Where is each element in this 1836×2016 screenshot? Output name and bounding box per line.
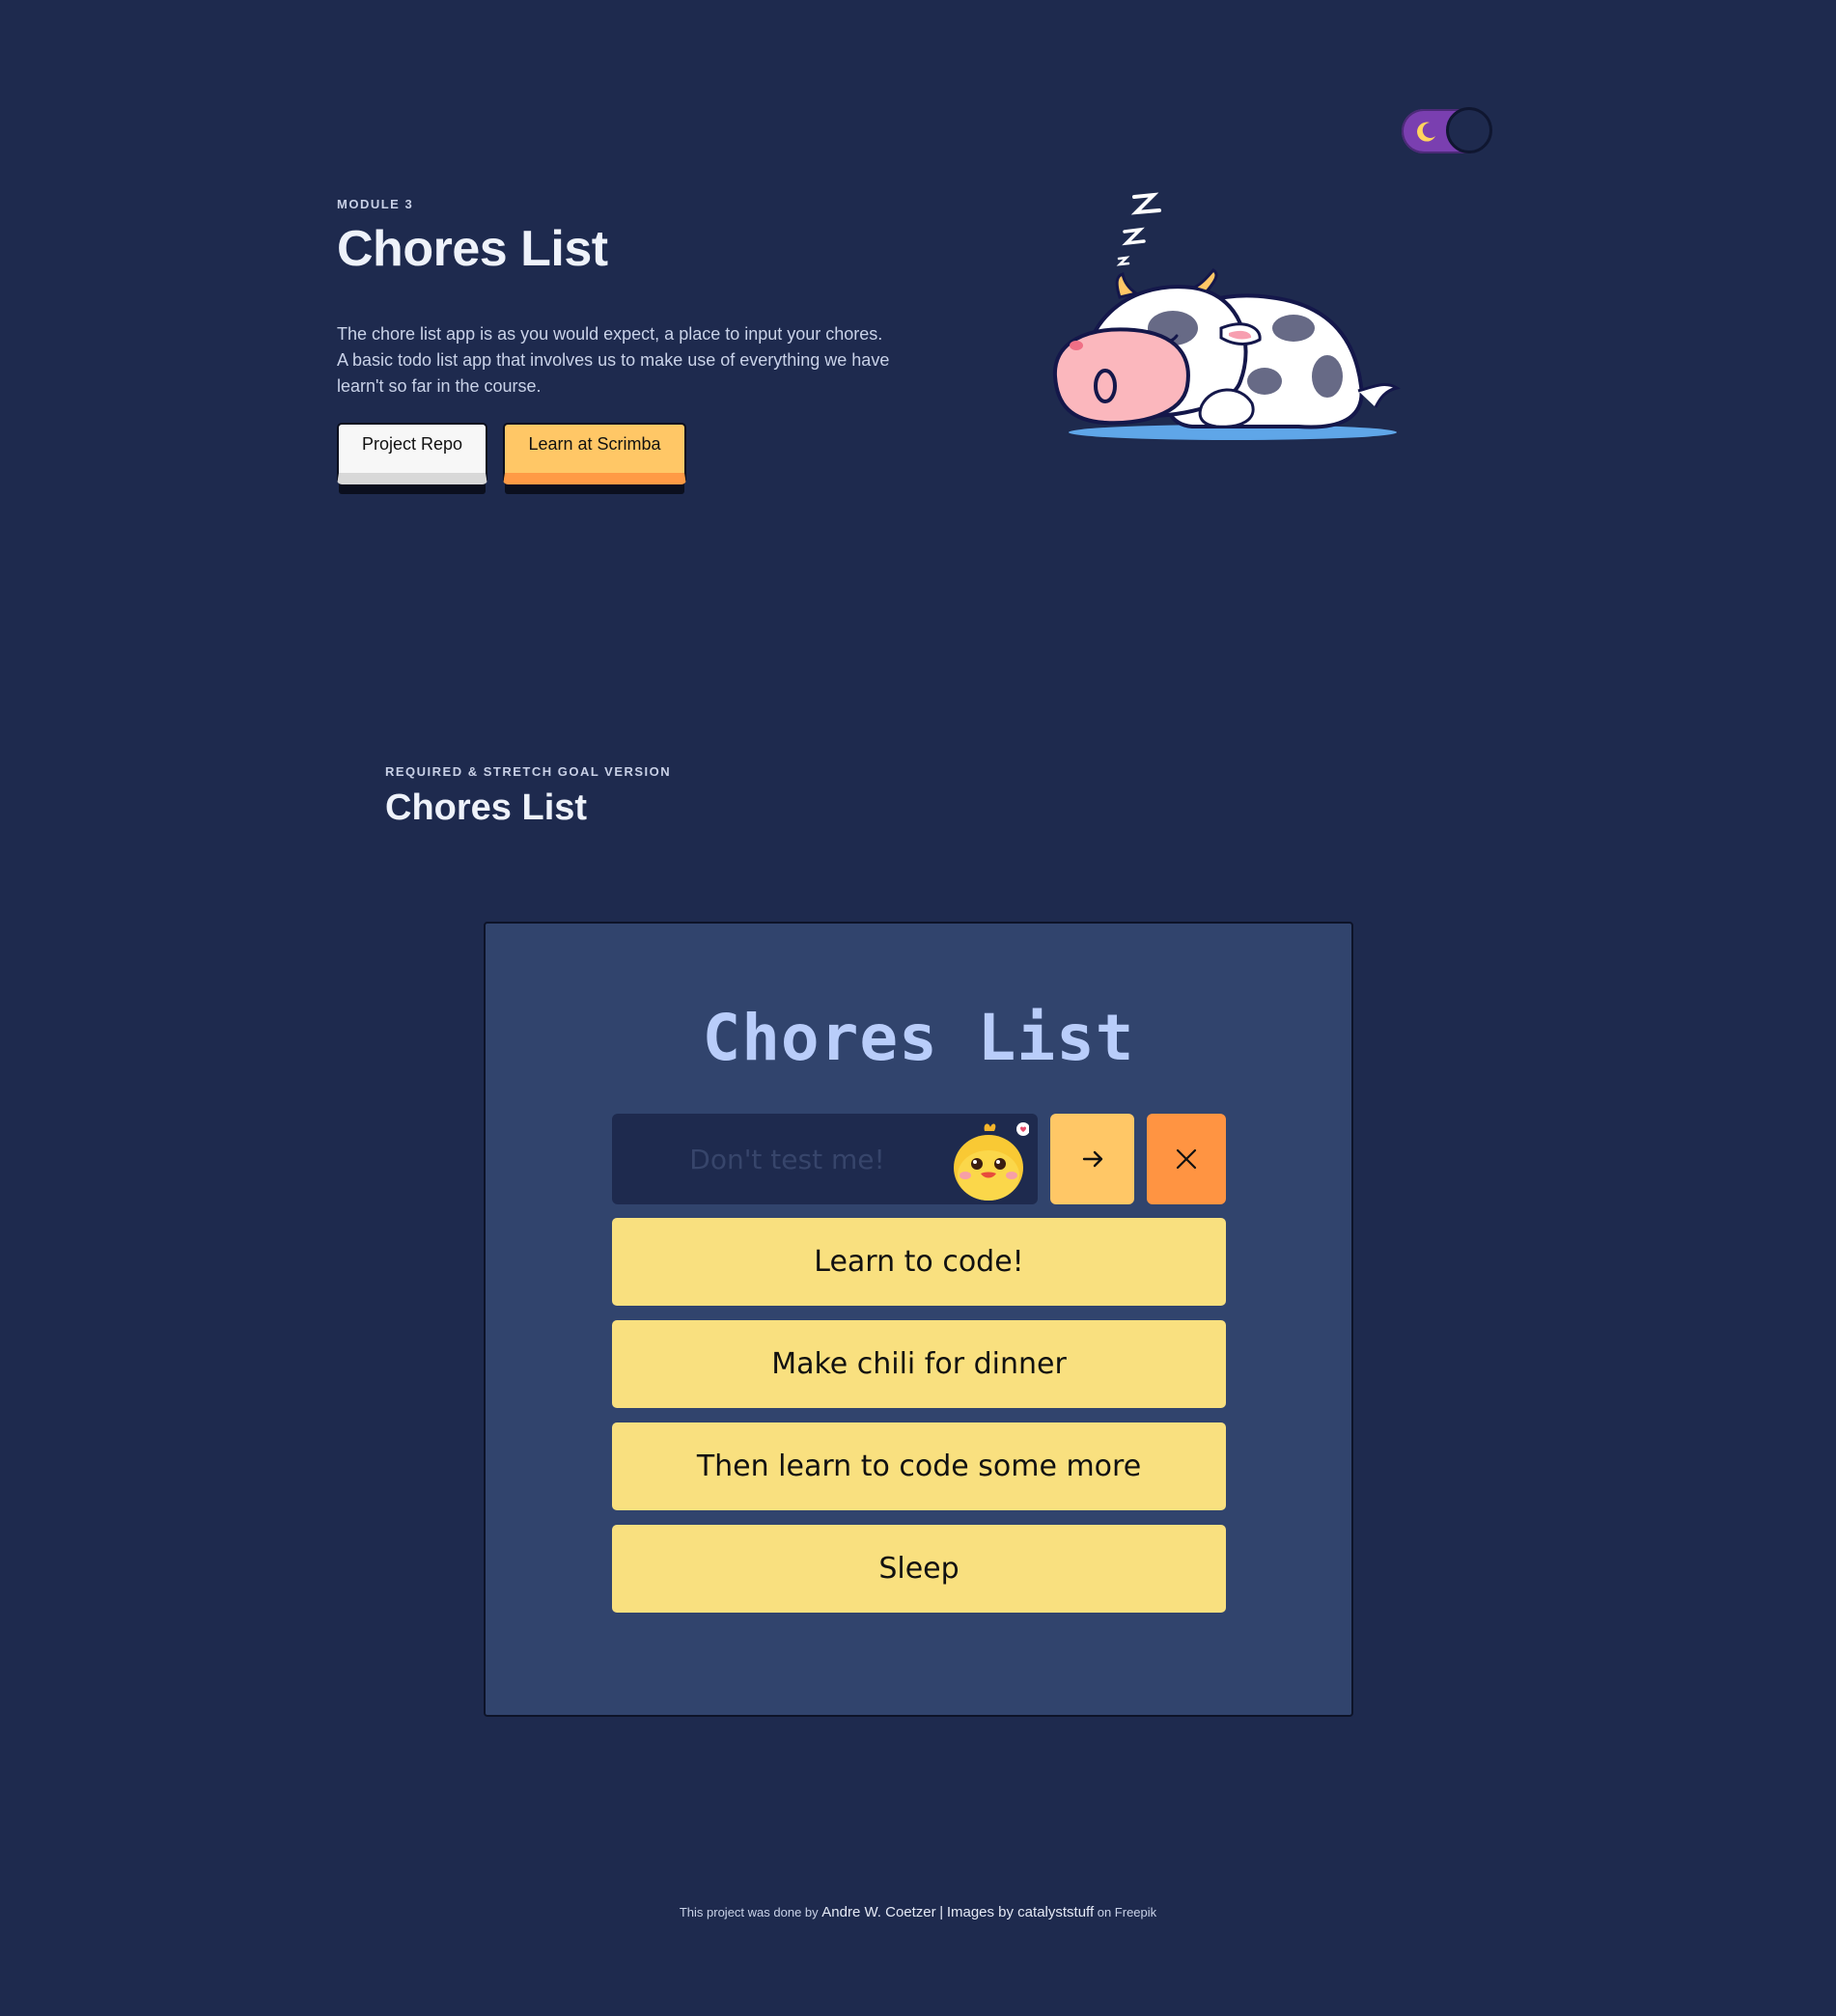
chores-app-card: Chores List Don't test me! Learn to code… — [484, 922, 1353, 1717]
footer: This project was done by Andre W. Coetze… — [0, 1904, 1836, 1920]
app-title: Chores List — [702, 1001, 1135, 1075]
chore-item[interactable]: Sleep — [612, 1525, 1226, 1613]
description-line: The chore list app is as you would expec… — [337, 324, 883, 344]
chores-list: Learn to code! Make chili for dinner The… — [612, 1218, 1226, 1627]
images-credit-link[interactable]: Images by catalyststuff — [947, 1904, 1094, 1920]
description-line: learn't so far in the course. — [337, 376, 542, 396]
chore-item[interactable]: Then learn to code some more — [612, 1422, 1226, 1510]
project-repo-label: Project Repo — [361, 433, 463, 454]
chick-icon — [954, 1122, 1029, 1201]
moon-icon — [1417, 122, 1435, 142]
footer-separator: | — [939, 1904, 944, 1920]
learn-at-scrimba-label: Learn at Scrimba — [528, 433, 661, 454]
footer-suffix: on Freepik — [1097, 1905, 1157, 1919]
theme-toggle[interactable] — [1402, 107, 1492, 153]
project-repo-button[interactable]: Project Repo — [337, 423, 487, 484]
close-icon — [1176, 1148, 1197, 1170]
clear-chores-button[interactable] — [1147, 1114, 1226, 1204]
hero-title: Chores List — [337, 221, 608, 277]
description-line: A basic todo list app that involves us t… — [337, 350, 890, 370]
chore-item[interactable]: Make chili for dinner — [612, 1320, 1226, 1408]
section-eyebrow: REQUIRED & STRETCH GOAL VERSION — [385, 764, 672, 779]
learn-at-scrimba-button[interactable]: Learn at Scrimba — [503, 423, 686, 484]
footer-prefix: This project was done by — [679, 1905, 819, 1919]
chore-input-wrapper — [612, 1114, 1038, 1204]
chore-item[interactable]: Learn to code! — [612, 1218, 1226, 1306]
sleeping-cow-illustration — [1052, 192, 1401, 440]
arrow-right-icon — [1082, 1150, 1102, 1168]
author-link[interactable]: Andre W. Coetzer — [821, 1904, 935, 1920]
section-title: Chores List — [385, 787, 588, 828]
hero-description: The chore list app is as you would expec… — [337, 321, 916, 400]
add-chore-button[interactable] — [1050, 1114, 1134, 1204]
toggle-knob — [1446, 107, 1492, 153]
hero-eyebrow: MODULE 3 — [337, 197, 414, 211]
page: MODULE 3 Chores List The chore list app … — [0, 0, 1836, 2016]
